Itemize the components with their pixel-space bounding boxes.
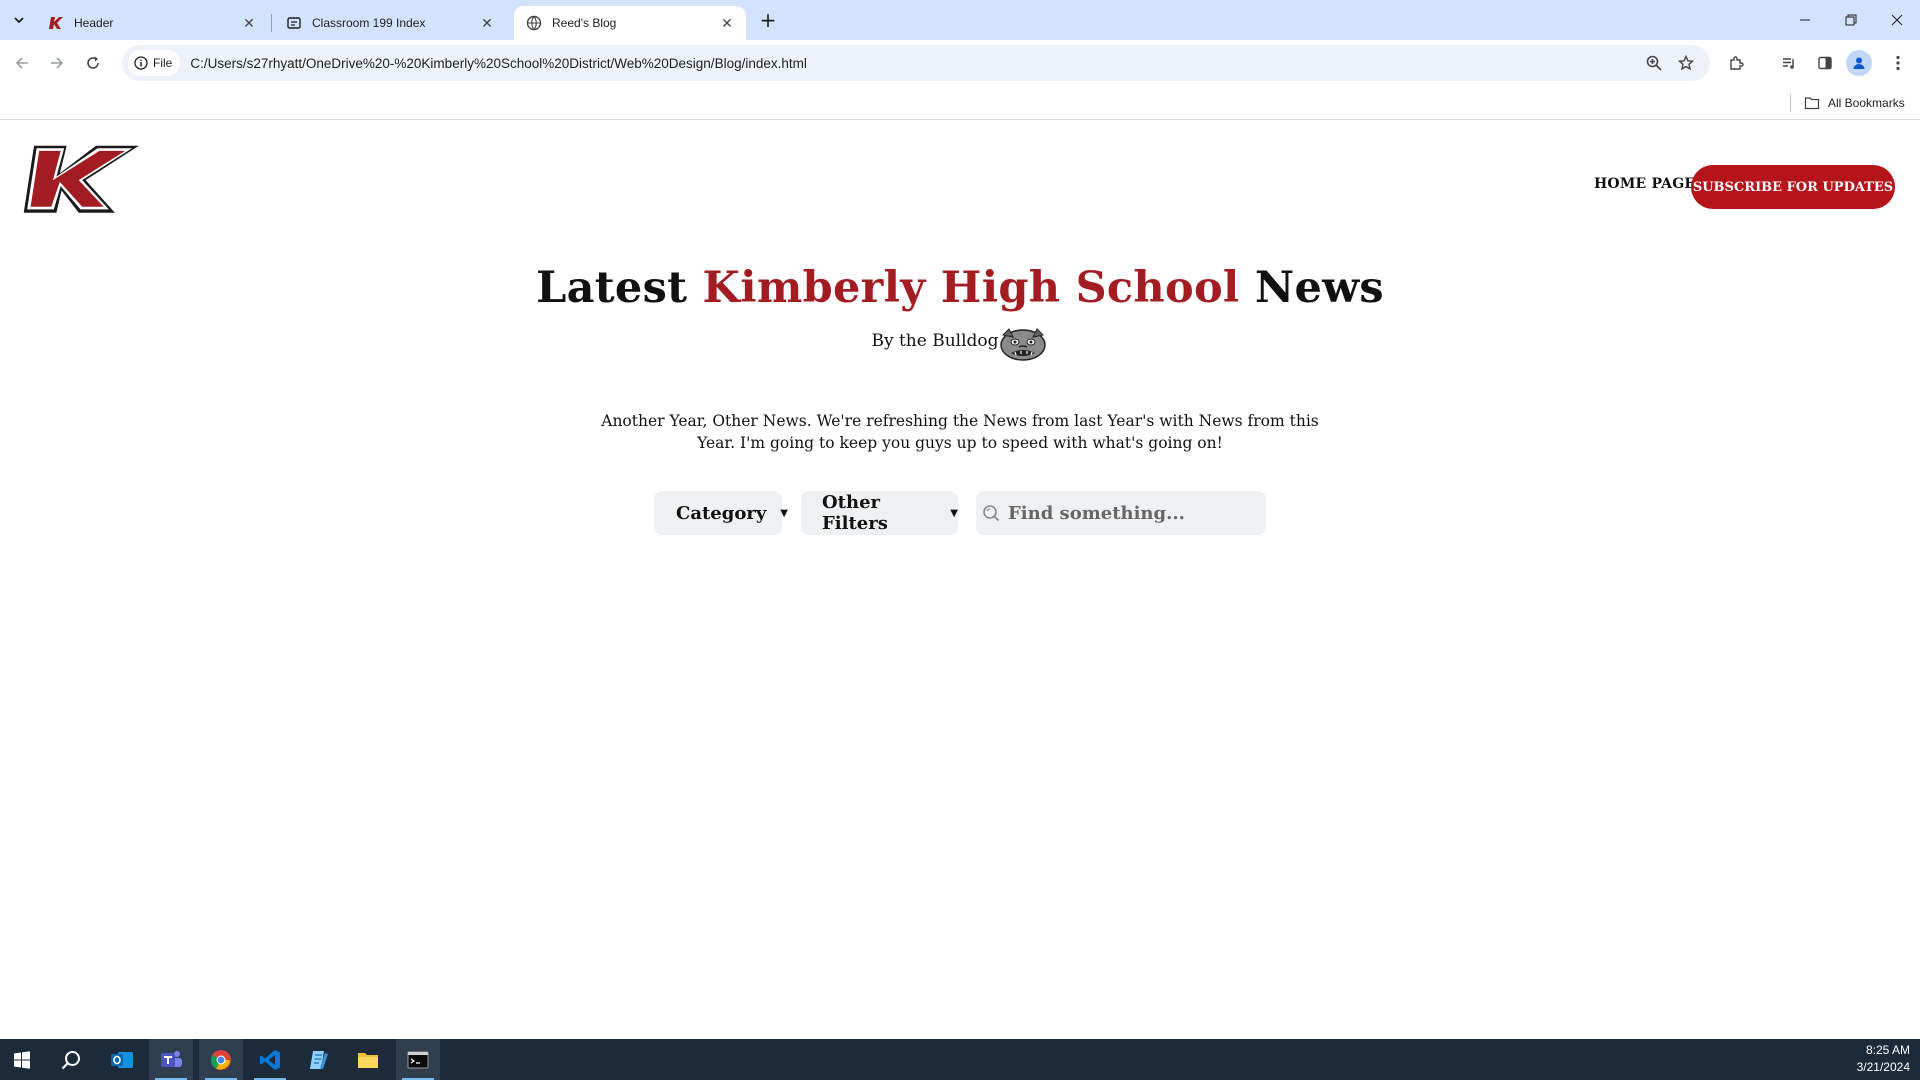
close-tab-icon[interactable]: ✕	[478, 14, 496, 32]
byline-text: By the Bulldog	[871, 331, 999, 351]
minimize-icon[interactable]	[1782, 0, 1828, 40]
all-bookmarks-button[interactable]: All Bookmarks	[1804, 94, 1905, 112]
bulldog-mascot-icon	[999, 328, 1046, 361]
intro-paragraph: Another Year, Other News. We're refreshi…	[601, 412, 1319, 452]
notepad-icon[interactable]	[297, 1039, 341, 1080]
search-icon[interactable]	[49, 1039, 93, 1080]
profile-avatar-icon[interactable]	[1846, 50, 1872, 76]
extensions-puzzle-icon[interactable]	[1723, 50, 1749, 76]
more-menu-icon[interactable]	[1885, 50, 1911, 76]
zoom-icon[interactable]	[1642, 51, 1666, 75]
search-input[interactable]	[1008, 502, 1248, 524]
chrome-icon[interactable]	[199, 1039, 243, 1080]
tab-search-chevron-icon[interactable]	[6, 8, 32, 32]
bookmarks-bar: All Bookmarks	[0, 86, 1920, 120]
clock-date: 3/21/2024	[1856, 1060, 1910, 1074]
dropdown-caret-icon: ▼	[780, 507, 788, 519]
kimberly-k-icon	[48, 15, 64, 31]
terminal-icon[interactable]	[396, 1039, 440, 1080]
info-icon	[134, 56, 148, 70]
media-controls-icon[interactable]	[1776, 50, 1802, 76]
headline-school-name: Kimberly High School	[702, 263, 1240, 313]
kimberly-k-logo[interactable]	[22, 144, 140, 226]
tab-header[interactable]: Header ✕	[36, 6, 268, 40]
tab-title: Classroom 199 Index	[312, 16, 426, 30]
vscode-icon[interactable]	[248, 1039, 292, 1080]
clock-time: 8:25 AM	[1865, 1043, 1910, 1057]
browser-toolbar: File C:/Users/s27rhyatt/OneDrive%20-%20K…	[0, 40, 1920, 86]
category-filter-dropdown[interactable]: Category ▼	[654, 491, 788, 535]
bookmark-star-icon[interactable]	[1674, 51, 1698, 75]
home-page-link[interactable]: HOME PAGE	[1594, 176, 1695, 192]
new-tab-plus-icon[interactable]: +	[756, 8, 780, 32]
page-title: Latest Kimberly High School News	[0, 263, 1920, 313]
outlook-icon[interactable]	[100, 1039, 144, 1080]
other-filters-dropdown[interactable]: Other Filters ▼	[801, 491, 958, 535]
other-filters-label: Other Filters	[822, 492, 888, 534]
windows-taskbar: 8:25 AM 3/21/2024	[0, 1039, 1920, 1080]
tab-title: Header	[74, 16, 114, 30]
tab-strip: Header ✕ Classroom 199 Index ✕ Reed's Bl…	[0, 0, 1920, 40]
tab-separator	[271, 14, 272, 32]
tab-reeds-blog[interactable]: Reed's Blog ✕	[514, 6, 746, 40]
chip-label: File	[153, 56, 173, 70]
tab-title: Reed's Blog	[552, 16, 617, 30]
url-text[interactable]: C:/Users/s27rhyatt/OneDrive%20-%20Kimber…	[190, 56, 807, 71]
close-window-icon[interactable]	[1874, 0, 1920, 40]
globe-icon	[526, 15, 542, 31]
start-icon[interactable]	[0, 1039, 44, 1080]
close-tab-icon[interactable]: ✕	[240, 14, 258, 32]
tab-classroom-index[interactable]: Classroom 199 Index ✕	[274, 6, 506, 40]
close-tab-icon[interactable]: ✕	[718, 14, 736, 32]
site-info-chip[interactable]: File	[128, 50, 181, 76]
back-arrow-icon[interactable]	[9, 50, 35, 76]
headline-suffix: News	[1239, 263, 1384, 313]
byline: By the Bulldog	[0, 319, 1920, 363]
search-box[interactable]	[976, 491, 1266, 535]
side-panel-icon[interactable]	[1812, 50, 1838, 76]
subscribe-button[interactable]: SUBSCRIBE FOR UPDATES	[1691, 165, 1895, 209]
category-filter-label: Category	[676, 502, 767, 524]
restore-icon[interactable]	[1828, 0, 1874, 40]
file-explorer-icon[interactable]	[346, 1039, 390, 1080]
dropdown-caret-icon: ▼	[950, 507, 958, 519]
document-icon	[286, 15, 302, 31]
system-clock[interactable]: 8:25 AM 3/21/2024	[1857, 1042, 1910, 1076]
headline-prefix: Latest	[536, 263, 703, 313]
reload-icon[interactable]	[80, 50, 106, 76]
search-icon	[983, 505, 1000, 522]
teams-icon[interactable]	[149, 1039, 193, 1080]
bookmarks-separator	[1790, 94, 1791, 112]
folder-icon	[1804, 97, 1820, 110]
forward-arrow-icon[interactable]	[44, 50, 70, 76]
all-bookmarks-label: All Bookmarks	[1828, 96, 1905, 110]
address-bar[interactable]: File C:/Users/s27rhyatt/OneDrive%20-%20K…	[122, 45, 1710, 81]
page-content: HOME PAGE SUBSCRIBE FOR UPDATES Latest K…	[0, 121, 1920, 1039]
